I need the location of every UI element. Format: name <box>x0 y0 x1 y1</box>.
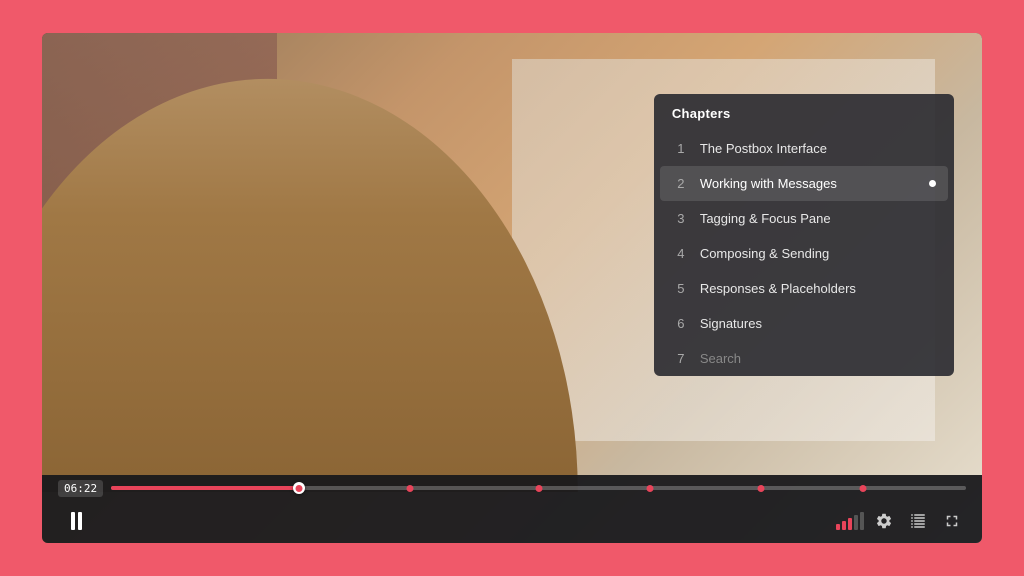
chapter-number-2: 2 <box>672 176 690 191</box>
chapter-item-1[interactable]: 1 The Postbox Interface <box>654 131 954 166</box>
chapter-number-6: 6 <box>672 316 690 331</box>
chapter-item-2[interactable]: 2 Working with Messages <box>660 166 948 201</box>
pause-button[interactable] <box>58 503 94 539</box>
chapter-name-2: Working with Messages <box>700 176 921 191</box>
settings-button[interactable] <box>870 507 898 535</box>
pause-icon <box>71 512 82 530</box>
pause-bar-left <box>71 512 75 530</box>
chapter-item-6[interactable]: 6 Signatures <box>654 306 954 341</box>
vol-bar-5 <box>860 512 864 530</box>
chapter-name-3: Tagging & Focus Pane <box>700 211 936 226</box>
chapter-name-6: Signatures <box>700 316 936 331</box>
vol-bar-4 <box>854 515 858 530</box>
list-icon <box>909 512 927 530</box>
chapter-item-5[interactable]: 5 Responses & Placeholders <box>654 271 954 306</box>
controls-bar: 06:22 <box>42 475 982 543</box>
time-display: 06:22 <box>58 480 103 497</box>
chapters-button[interactable] <box>904 507 932 535</box>
chapter-name-4: Composing & Sending <box>700 246 936 261</box>
chapters-title: Chapters <box>654 94 954 131</box>
chapter-marker-2 <box>407 485 414 492</box>
chapter-number-1: 1 <box>672 141 690 156</box>
chapter-marker-3 <box>535 485 542 492</box>
progress-fill <box>111 486 299 490</box>
volume-control[interactable] <box>836 512 864 530</box>
fullscreen-icon <box>943 512 961 530</box>
chapter-item-4[interactable]: 4 Composing & Sending <box>654 236 954 271</box>
chapter-marker-5 <box>757 485 764 492</box>
chapter-number-3: 3 <box>672 211 690 226</box>
gear-icon <box>875 512 893 530</box>
chapter-number-5: 5 <box>672 281 690 296</box>
chapter-item-3[interactable]: 3 Tagging & Focus Pane <box>654 201 954 236</box>
chapter-marker-1 <box>296 485 303 492</box>
chapter-name-7: Search <box>700 351 936 366</box>
chapter-active-dot <box>929 180 936 187</box>
vol-bar-2 <box>842 521 846 530</box>
right-controls <box>836 507 966 535</box>
chapters-panel: Chapters 1 The Postbox Interface 2 Worki… <box>654 94 954 376</box>
vol-bar-3 <box>848 518 852 530</box>
chapter-number-7: 7 <box>672 351 690 366</box>
chapter-item-7[interactable]: 7 Search <box>654 341 954 376</box>
chapter-number-4: 4 <box>672 246 690 261</box>
vol-bar-1 <box>836 524 840 530</box>
pause-bar-right <box>78 512 82 530</box>
progress-track[interactable] <box>111 486 966 490</box>
chapter-marker-4 <box>646 485 653 492</box>
controls-bottom <box>58 503 966 539</box>
chapter-marker-6 <box>860 485 867 492</box>
chapter-name-1: The Postbox Interface <box>700 141 936 156</box>
chapter-name-5: Responses & Placeholders <box>700 281 936 296</box>
video-player[interactable]: Chapters 1 The Postbox Interface 2 Worki… <box>42 33 982 543</box>
fullscreen-button[interactable] <box>938 507 966 535</box>
progress-row: 06:22 <box>58 480 966 497</box>
